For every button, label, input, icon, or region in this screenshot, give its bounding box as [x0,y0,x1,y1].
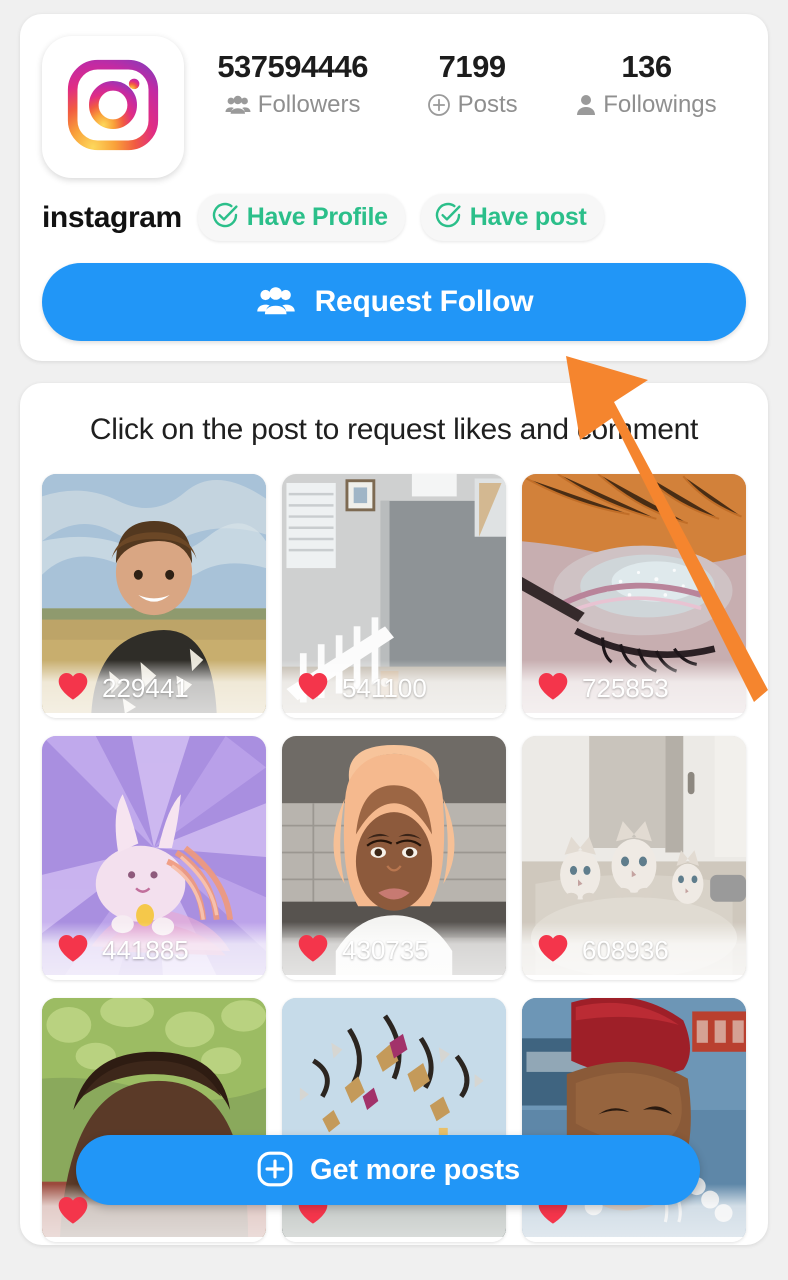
like-bar: 541100 [282,659,506,718]
like-count: 608936 [582,935,669,966]
stat-followers: 537594446 Followers [217,49,368,119]
check-circle-icon [211,201,239,234]
instagram-logo-icon [65,57,161,158]
app-screen: 537594446 Followers 7199 Posts 136 Follo… [0,0,788,1280]
heart-icon [296,933,330,968]
post-thumbnail[interactable]: 725853 [522,473,746,718]
heart-icon [536,671,570,706]
stat-followings: 136 Followings [576,49,717,119]
status-badge-have-post: Have post [420,194,604,241]
group-people-icon [255,286,297,319]
posts-hint-text: Click on the post to request likes and c… [89,413,699,446]
posts-grid: 229441 541100 725853 441885 430735 60893… [42,473,746,1242]
like-bar: 229441 [42,659,266,718]
like-bar: 725853 [522,659,746,718]
person-icon [576,94,596,116]
request-follow-label: Request Follow [314,285,534,318]
posts-card: Click on the post to request likes and c… [20,383,768,1245]
get-more-posts-label: Get more posts [310,1153,520,1186]
post-thumbnail[interactable]: 608936 [522,735,746,980]
have-post-label: Have post [469,203,587,231]
have-profile-label: Have Profile [246,203,388,231]
heart-icon [536,933,570,968]
like-count: 541100 [342,673,427,704]
posts-label-row: Posts [427,91,518,119]
post-thumbnail[interactable]: 430735 [282,735,506,980]
like-count: 430735 [342,935,429,966]
like-count: 229441 [102,673,189,704]
circle-plus-icon [256,1150,294,1191]
post-thumbnail[interactable]: 229441 [42,473,266,718]
get-more-posts-button[interactable]: Get more posts [76,1135,700,1205]
followers-label-row: Followers [217,91,368,119]
avatar [42,36,184,178]
heart-icon [56,671,90,706]
stat-posts: 7199 Posts [427,49,518,119]
check-circle-icon [434,201,462,234]
followings-label: Followings [603,91,717,119]
posts-count: 7199 [438,49,506,84]
profile-card: 537594446 Followers 7199 Posts 136 Follo… [20,14,768,361]
heart-icon [56,933,90,968]
like-count: 725853 [582,673,669,704]
post-thumbnail[interactable]: 541100 [282,473,506,718]
posts-label: Posts [457,91,518,119]
followers-label: Followers [257,91,361,119]
post-thumbnail[interactable]: 441885 [42,735,266,980]
followings-count: 136 [621,49,672,84]
status-badge-have-profile: Have Profile [197,194,405,241]
profile-top-row: 537594446 Followers 7199 Posts 136 Follo… [42,36,746,178]
profile-stats: 537594446 Followers 7199 Posts 136 Follo… [184,36,746,119]
like-count: 441885 [102,935,189,966]
followings-label-row: Followings [576,91,717,119]
like-bar: 430735 [282,921,506,980]
heart-icon [296,671,330,706]
circle-plus-icon [427,93,451,117]
like-bar: 608936 [522,921,746,980]
profile-name: instagram [42,200,182,234]
heart-icon [56,1195,90,1230]
profile-name-row: instagram Have Profile Have post [42,194,746,241]
like-bar: 441885 [42,921,266,980]
group-people-icon [225,95,251,115]
request-follow-button[interactable]: Request Follow [42,263,746,341]
followers-count: 537594446 [217,49,368,84]
